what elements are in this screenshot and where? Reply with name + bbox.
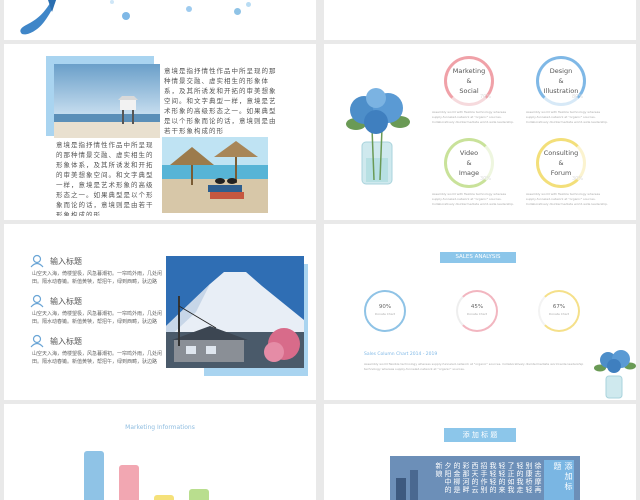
skill-pct-2: 80% — [572, 94, 584, 100]
dot-decoration — [186, 6, 192, 12]
skill-label-4: Consulting & Forum — [543, 149, 579, 177]
bar-C — [153, 494, 174, 500]
bar-D — [188, 489, 209, 500]
dot-decoration — [234, 8, 241, 15]
donut-pct-3: 67% — [552, 304, 566, 310]
sales-note: Assembly world flexible technology where… — [364, 362, 584, 371]
skill-label-1: Marketing & Social — [452, 67, 486, 95]
skill-pct-3: 30% — [480, 176, 492, 182]
skill-pct-1: 70% — [480, 94, 492, 100]
item-body-2: 山空天入海，倚楼望极，风急暮潮初。一帘鸣外雨，几处闲田。隔水动春锄。新值黄犊，帮… — [32, 311, 163, 325]
bar-A — [83, 451, 104, 500]
item-title-2: 输入标题 — [50, 297, 82, 306]
donut-sub-2: Donate Chart — [466, 312, 488, 316]
person-icon — [30, 334, 44, 348]
slide-2-partial[interactable] — [324, 0, 636, 40]
skill-note-2: Assembly world with flexible technology … — [526, 110, 608, 124]
bar-B — [118, 465, 139, 500]
skill-note-4: Assembly world with flexible technology … — [526, 192, 608, 206]
skill-note-1: Assembly world with flexible technology … — [432, 110, 514, 124]
sales-title-banner: SALES ANALYSIS — [440, 252, 516, 263]
person-icon — [30, 254, 44, 268]
beach-parasol-photo — [162, 137, 268, 213]
chart-title: Marketing Informations — [125, 424, 195, 431]
ink-brush-decoration — [20, 0, 56, 35]
item-body-3: 山空天入海，倚楼望极，风急暮潮初。一帘鸣外雨，几处闲田。隔水动春锄。新值黄犊，帮… — [32, 351, 163, 365]
paragraph-2: 意境是指抒情性作品中所呈现的那种情景交融、虚实相生的形象体系，及其所诱发和开拓的… — [56, 141, 154, 216]
donut-ring-2 — [456, 290, 498, 332]
dot-decoration — [246, 2, 251, 7]
item-body-1: 山空天入海，倚楼望极，风急暮潮初。一帘鸣外雨，几处闲田。隔水动春锄。新值黄犊，帮… — [32, 271, 163, 285]
slide-5-list-photo[interactable]: 输入标题 山空天入海，倚楼望极，风急暮潮初。一帘鸣外雨，几处闲田。隔水动春锄。新… — [4, 224, 316, 400]
donut-pct-1: 90% — [378, 304, 392, 310]
hydrangea-vase-illustration-small — [594, 350, 636, 399]
item-title-1: 输入标题 — [50, 257, 82, 266]
slide-8-add-title[interactable]: 添 加 标 题 徐志摩再别康桥轻轻的我走了正如我轻轻的来我轻轻的招手作别西天的云… — [324, 404, 636, 500]
hydrangea-vase-illustration — [346, 88, 410, 185]
slide-4-skills[interactable]: Marketing & Social 70% Design & Illustra… — [324, 44, 636, 220]
person-icon — [30, 294, 44, 308]
title-banner: 添 加 标 题 — [444, 428, 516, 442]
sales-caption: Sales Column Chart 2014 - 2019 — [364, 352, 438, 357]
slide-7-marketing-chart[interactable]: Marketing Informations — [4, 404, 316, 500]
mount-fuji-photo — [166, 256, 304, 368]
side-title: 添加标题 — [553, 462, 573, 492]
skill-pct-4: 30% — [572, 176, 584, 182]
skill-label-3: Video & Image — [458, 149, 480, 177]
skill-note-3: Assembly world with flexible technology … — [432, 192, 514, 206]
donut-ring-1 — [364, 290, 406, 332]
donut-sub-3: Donate Chart — [548, 312, 570, 316]
slide-3-image-text[interactable]: 意境是指抒情性作品中所呈现的那种情景交融、虚实相生的形象体系，及其所诱发和开拓的… — [4, 44, 316, 220]
dot-decoration — [110, 0, 114, 4]
bar-chart — [76, 446, 216, 500]
slide-6-sales-analysis[interactable]: SALES ANALYSIS 90% Donate Chart 45% Dona… — [324, 224, 636, 400]
donut-ring-3 — [538, 290, 580, 332]
beach-lifeguard-photo — [54, 64, 160, 138]
donut-pct-2: 45% — [470, 304, 484, 310]
skill-label-2: Design & Illustration — [543, 67, 579, 95]
dot-decoration — [122, 12, 130, 20]
item-title-3: 输入标题 — [50, 337, 82, 346]
slide-1-partial[interactable] — [4, 0, 316, 40]
vertical-body-text: 徐志摩再别康桥轻轻的我走了正如我轻轻的来我轻轻的招手作别西天的云彩那河畔的金柳是… — [435, 462, 542, 494]
donut-sub-1: Donate Chart — [374, 312, 396, 316]
